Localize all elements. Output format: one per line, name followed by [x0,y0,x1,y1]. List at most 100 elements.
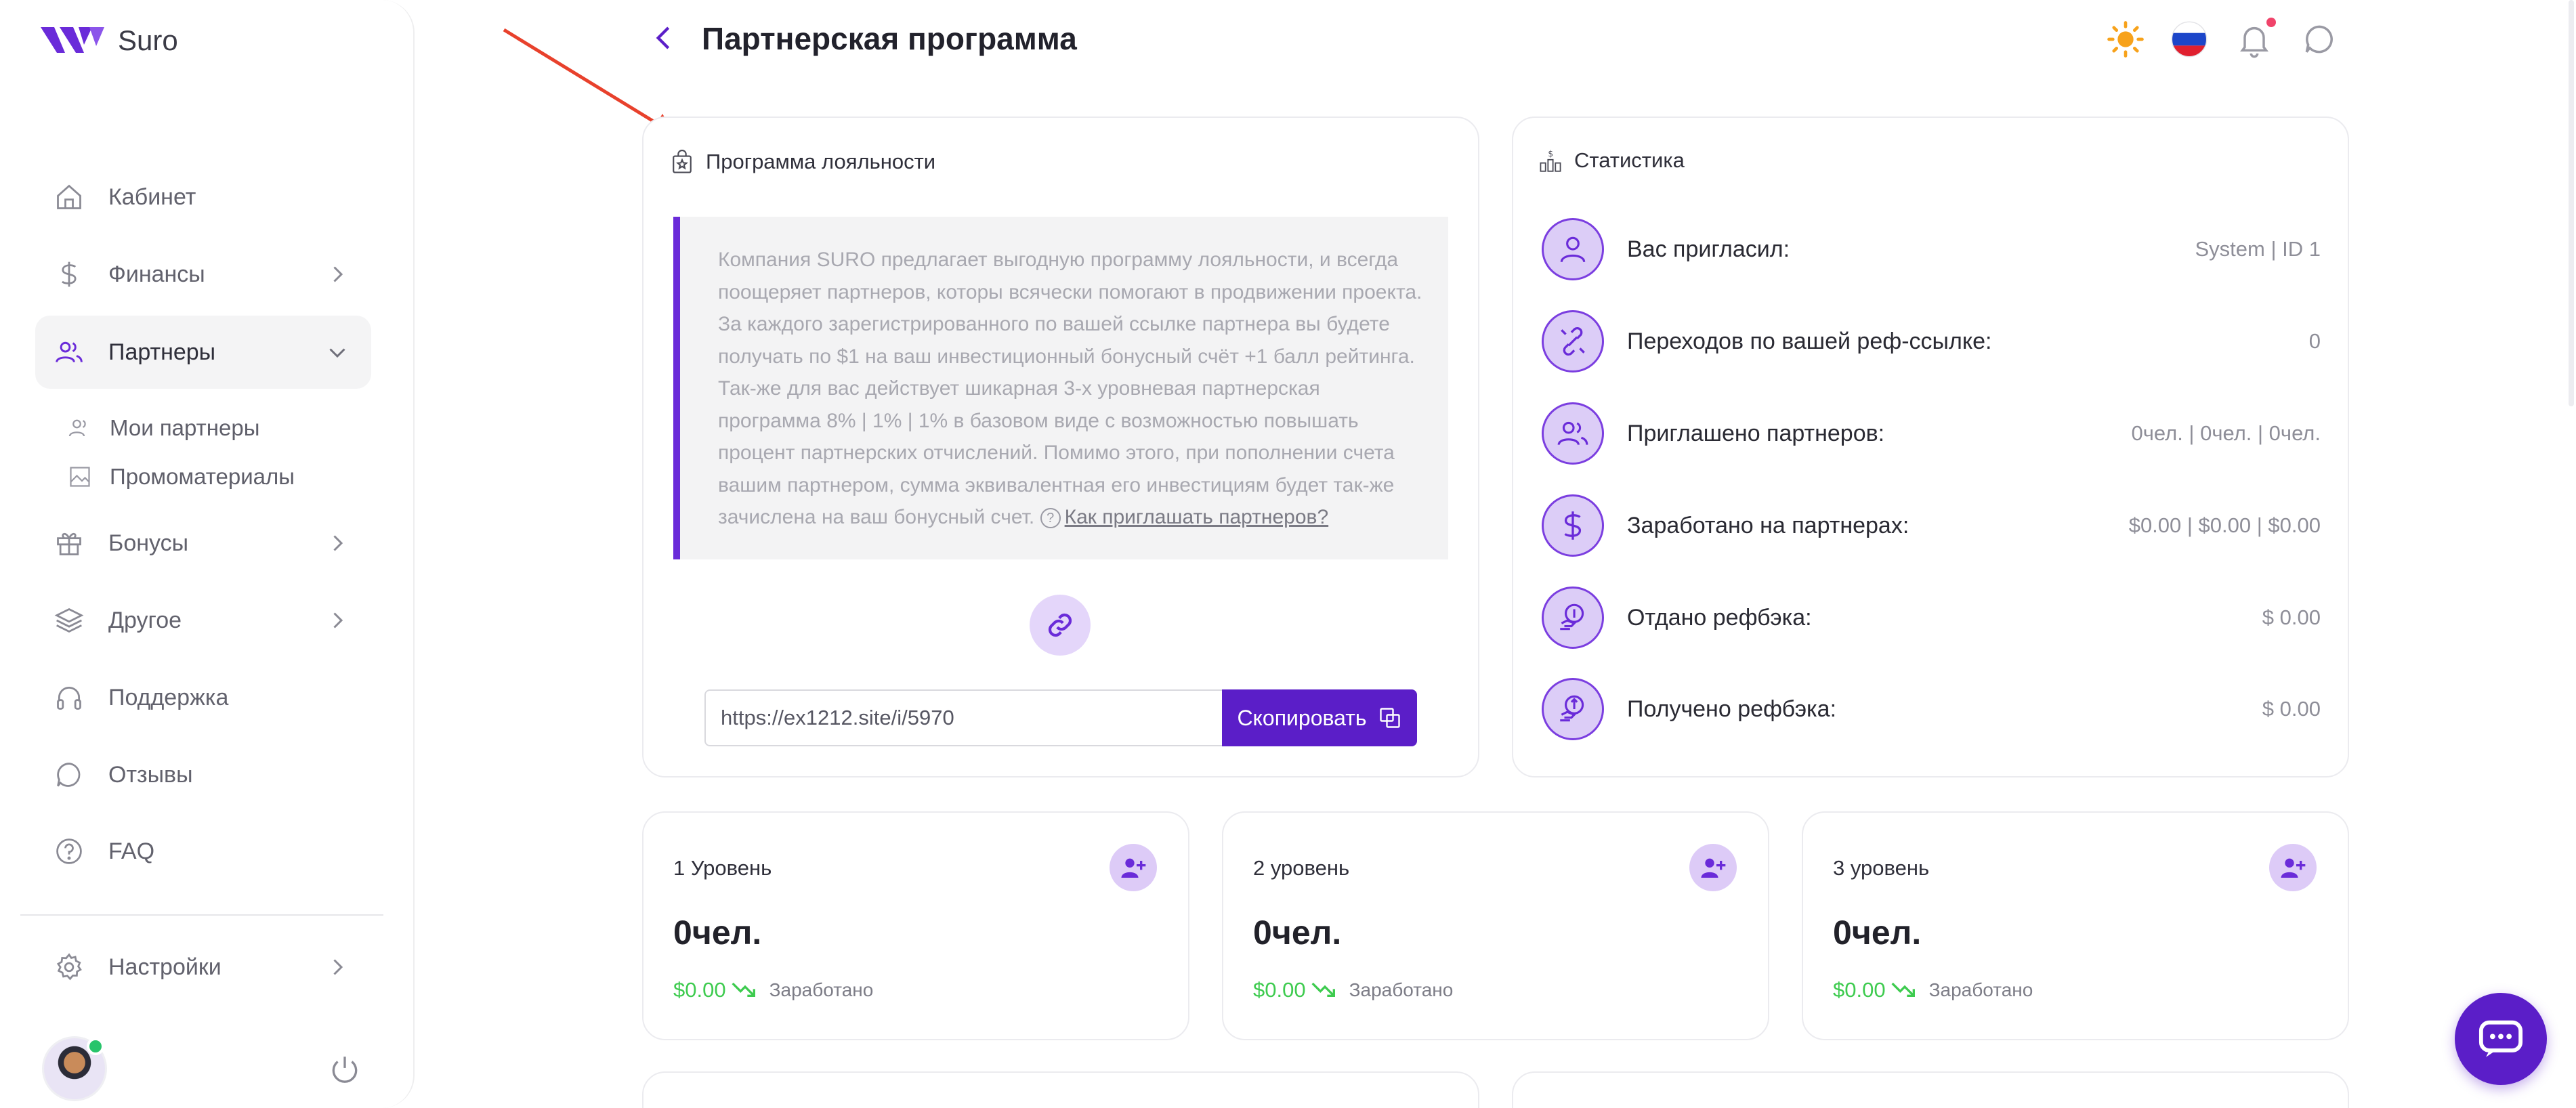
sidebar-item-reviews[interactable]: Отзывы [35,738,371,811]
loyalty-description: Компания SURO предлагает выгодную програ… [718,244,1422,534]
sidebar-item-label: Отзывы [108,761,193,788]
level-title: 2 уровень [1253,856,1350,880]
stat-row-invited-by: Вас пригласил: System | ID 1 [1542,217,2321,282]
sidebar-divider [20,914,383,916]
statistics-card-header: $ Статистика [1539,148,1685,173]
stat-value: $ 0.00 [2262,697,2321,721]
sidebar-subitem-promo[interactable]: Промоматериалы [68,464,295,490]
stat-row-earned: Заработано на партнерах: $0.00 | $0.00 |… [1542,493,2321,558]
coin-hand-out-icon [1542,587,1604,649]
sidebar-item-bonuses[interactable]: Бонусы [35,507,371,580]
level-title: 3 уровень [1833,856,1930,880]
sidebar-subitem-label: Промоматериалы [110,464,295,489]
loyalty-title: Программа лояльности [706,150,936,173]
notification-badge [2266,18,2276,27]
logo[interactable]: Suro [41,24,178,57]
users-icon [53,336,85,368]
dollar-icon [53,258,85,291]
users-small-icon [68,419,86,437]
dollar-icon [1542,494,1604,557]
chevron-right-icon [333,535,343,551]
stat-row-invited-partners: Приглашено партнеров: 0чел. | 0чел. | 0ч… [1542,401,2321,466]
stat-value: 0чел. | 0чел. | 0чел. [2131,421,2321,445]
referral-link-input[interactable] [704,689,1223,746]
users-icon [1542,402,1604,465]
stat-row-ref-clicks: Переходов по вашей реф-ссылке: 0 [1542,309,2321,374]
level-title: 1 Уровень [673,856,772,880]
sidebar-item-label: Настройки [108,954,221,980]
coin-hand-in-icon [1542,678,1604,740]
user-plus-icon [1701,858,1726,878]
page-scrollbar[interactable] [2569,0,2574,406]
sidebar-item-cabinet[interactable]: Кабинет [35,161,371,234]
help-icon [53,835,85,868]
sidebar-item-settings[interactable]: Настройки [35,931,371,1004]
level-earned-label: Заработано [769,979,874,1000]
loyalty-description-text: Компания SURO предлагает выгодную програ… [718,249,1422,528]
image-icon [70,467,90,487]
stat-label: Переходов по вашей реф-ссылке: [1627,328,1992,354]
trend-down-icon [1311,982,1335,997]
add-user-button[interactable] [2269,844,2317,891]
add-user-button[interactable] [1689,844,1737,891]
sidebar-subitem-label: Мои партнеры [110,415,260,440]
chevron-down-icon [329,348,345,358]
sidebar-item-label: FAQ [108,838,155,864]
sun-icon[interactable] [2107,20,2145,58]
sidebar-item-other[interactable]: Другое [35,584,371,657]
level-earned-label: Заработано [1928,979,2033,1000]
question-icon: ? [1040,508,1061,529]
sidebar-item-faq[interactable]: FAQ [35,815,371,888]
level-earnings: $0.00 Заработано [1253,978,1453,1002]
stat-label: Вас пригласил: [1627,236,1790,262]
power-icon[interactable] [328,1052,362,1086]
stat-label: Приглашено партнеров: [1627,420,1885,446]
level-earnings: $0.00 Заработано [1833,978,2033,1002]
link-icon-bubble [1030,595,1091,656]
stat-value: System | ID 1 [2195,237,2321,261]
sidebar-item-support[interactable]: Поддержка [35,661,371,734]
trend-down-icon [1891,982,1915,997]
sidebar-item-finance[interactable]: Финансы [35,238,371,311]
svg-text:$: $ [1548,149,1553,158]
loyalty-description-box: Компания SURO предлагает выгодную програ… [673,217,1448,559]
suro-logo-icon [41,27,104,53]
level-count: 0чел. [1253,914,1342,952]
page-title: Партнерская программа [702,21,1077,56]
stat-row-refback-given: Отдано рефбэка: $ 0.00 [1542,585,2321,650]
statistics-title: Статистика [1574,148,1685,172]
chat-icon[interactable] [2300,20,2338,58]
gear-icon [53,951,85,983]
stat-value: $0.00 | $0.00 | $0.00 [2128,513,2321,537]
user-plus-icon [1121,858,1146,878]
stat-label: Получено рефбэка: [1627,696,1837,722]
level-amount: $0.00 [1833,978,1886,1002]
sidebar-item-label: Бонусы [108,530,189,556]
sidebar-item-label: Другое [108,607,182,633]
russia-flag-icon[interactable] [2170,20,2208,58]
headphones-icon [53,681,85,714]
gift-icon [53,527,85,559]
chevron-right-icon [333,959,343,975]
copy-icon [1379,708,1400,728]
app-name: Suro [118,24,178,56]
sidebar-subitem-my-partners[interactable]: Мои партнеры [68,415,259,441]
copy-button[interactable]: Скопировать [1222,689,1417,746]
level-count: 0чел. [673,914,762,952]
stat-value: 0 [2308,329,2321,353]
level-amount: $0.00 [1253,978,1306,1002]
how-to-invite-link[interactable]: Как приглашать партнеров? [1065,506,1329,528]
sidebar-item-label: Финансы [108,261,205,287]
sidebar-item-partners[interactable]: Партнеры [35,316,371,389]
online-status-dot [87,1038,104,1055]
stat-value: $ 0.00 [2262,605,2321,629]
level-earned-label: Заработано [1349,979,1454,1000]
add-user-button[interactable] [1110,844,1157,891]
level-earnings: $0.00 Заработано [673,978,873,1002]
loyalty-card-header: Программа лояльности [671,149,935,175]
chat-bubble-icon [2478,1020,2523,1057]
sidebar-item-label: Кабинет [108,184,196,210]
support-chat-button[interactable] [2455,993,2547,1085]
shopping-bag-star-icon [673,150,692,173]
user-plus-icon [2281,858,2306,878]
